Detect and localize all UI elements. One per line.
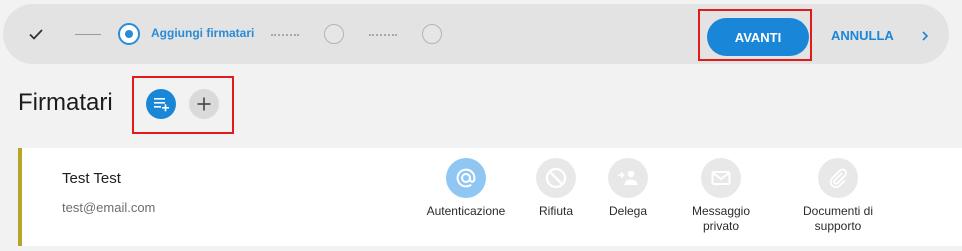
pending-step-indicator — [324, 24, 344, 44]
check-icon — [29, 29, 43, 40]
signer-card: Test Test test@email.com Autenticazione … — [18, 148, 962, 246]
chevron-right-icon[interactable] — [919, 30, 931, 42]
delegate-person-icon — [608, 158, 648, 198]
paperclip-icon — [818, 158, 858, 198]
action-messaggio-privato[interactable]: Messaggio privato — [666, 158, 776, 234]
mail-icon — [701, 158, 741, 198]
add-from-list-button[interactable] — [146, 89, 176, 119]
step-connector — [369, 34, 397, 36]
cancel-button[interactable]: ANNULLA — [831, 28, 894, 43]
add-signer-button[interactable] — [189, 89, 219, 119]
pending-step-indicator — [422, 24, 442, 44]
at-icon — [446, 158, 486, 198]
block-icon — [536, 158, 576, 198]
signer-name: Test Test — [62, 170, 121, 187]
current-step-label: Aggiungi firmatari — [151, 26, 255, 40]
signer-email: test@email.com — [62, 200, 156, 215]
highlight-box — [698, 9, 812, 61]
step-connector — [271, 34, 299, 36]
page-title: Firmatari — [18, 89, 113, 116]
plus-icon — [197, 97, 211, 111]
step-connector — [75, 34, 101, 35]
current-step-indicator — [118, 23, 140, 45]
playlist-add-icon — [154, 98, 169, 112]
action-label: Documenti di supporto — [802, 204, 874, 233]
action-documenti-di-supporto[interactable]: Documenti di supporto — [783, 158, 893, 234]
action-label: Messaggio privato — [691, 204, 751, 233]
